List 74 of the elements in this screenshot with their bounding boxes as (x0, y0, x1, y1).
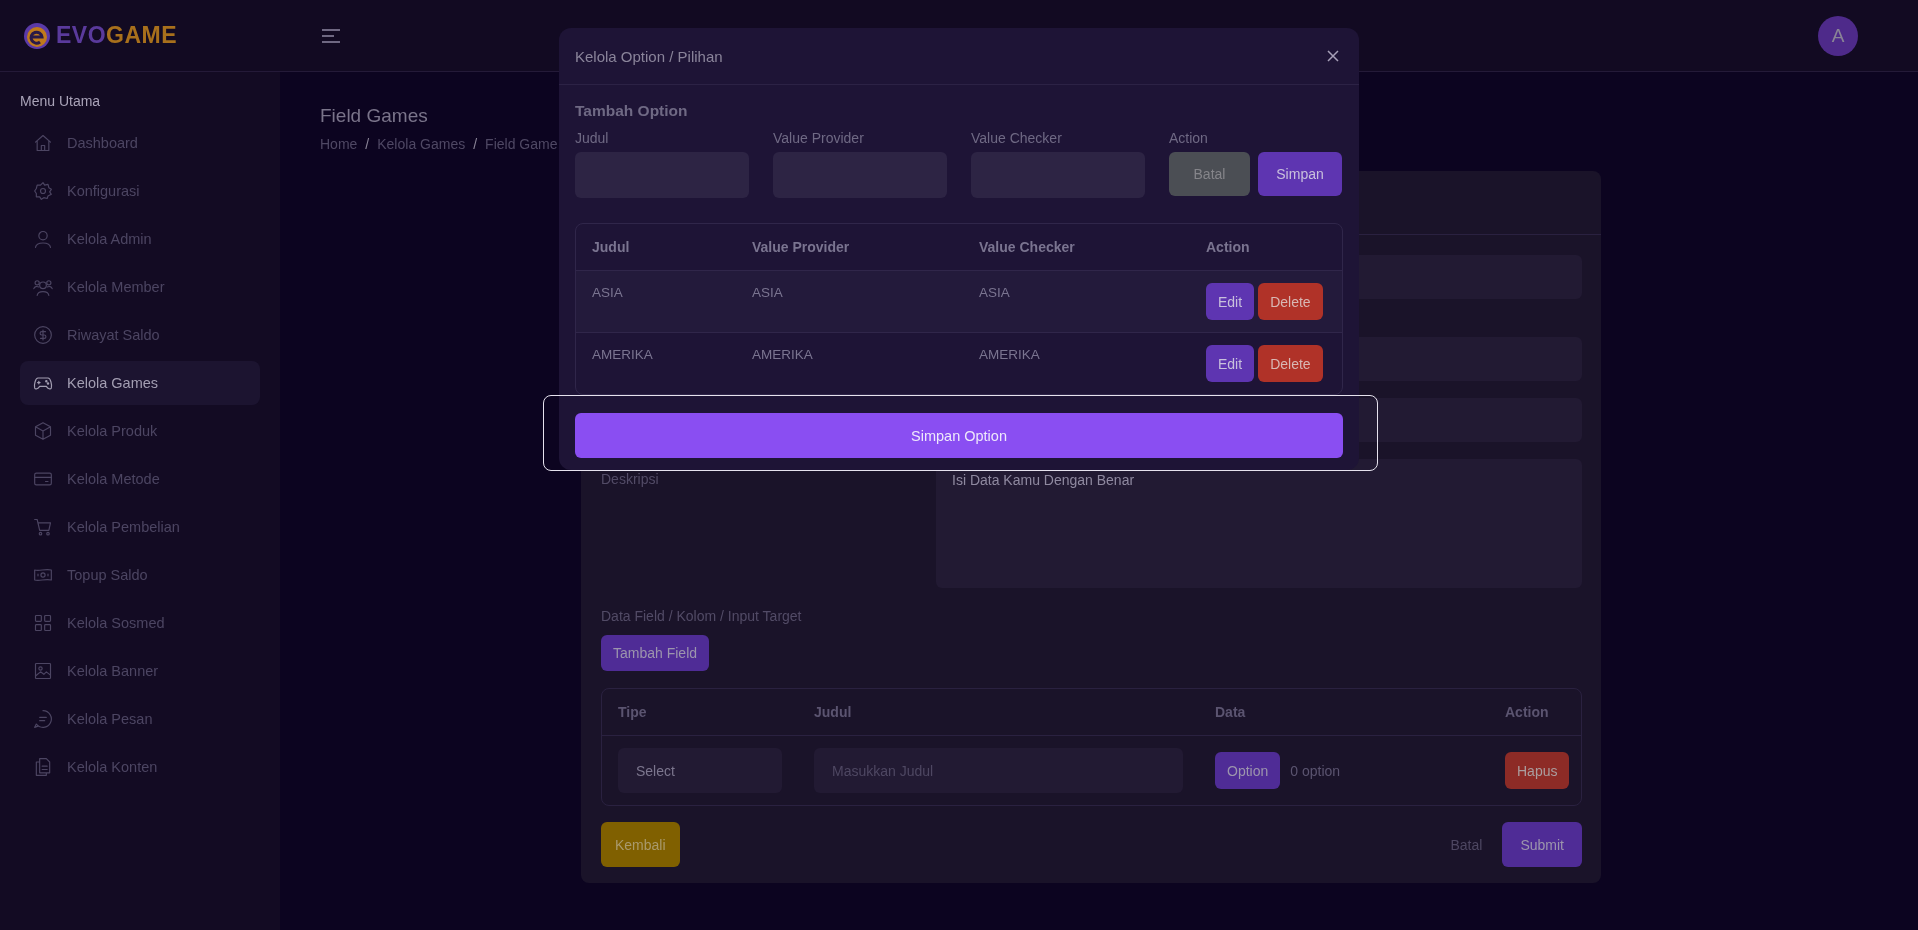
sidebar-item[interactable]: Dashboard (20, 121, 260, 165)
sidebar-item[interactable]: Topup Saldo (20, 553, 260, 597)
field-label: Value Checker (971, 130, 1063, 146)
column-header: Value Checker (979, 239, 1076, 255)
user-avatar[interactable]: A (1818, 15, 1858, 56)
dollar-coin-icon (33, 325, 53, 345)
table-cell-text: AMERIKA (592, 346, 654, 362)
sidebar-item[interactable]: Konfigurasi (20, 169, 260, 213)
sidebar-item[interactable]: Kelola Games (20, 361, 260, 405)
field-label: Value Provider (773, 130, 865, 146)
cancel-button[interactable]: Batal (1169, 152, 1250, 196)
sidebar-item[interactable]: Kelola Pesan (20, 697, 260, 741)
field-label: Deskripsi (601, 470, 660, 489)
delete-button[interactable]: Delete (1258, 345, 1323, 382)
table-cell-text: ASIA (592, 284, 624, 300)
house-icon (33, 133, 53, 153)
edit-button[interactable]: Edit (1206, 345, 1255, 382)
box-icon (33, 421, 53, 441)
menu-heading: Menu Utama (20, 93, 102, 109)
option-button[interactable]: Option (1215, 752, 1281, 789)
documents-icon (33, 757, 53, 777)
option-count: 0 option (1290, 762, 1341, 779)
breadcrumb-separator: / (473, 136, 478, 152)
add-field-button[interactable]: Tambah Field (601, 635, 710, 671)
sidebar-item[interactable]: Kelola Produk (20, 409, 260, 453)
sidebar-item[interactable]: Kelola Pembelian (20, 505, 260, 549)
table-cell-text: AMERIKA (752, 346, 814, 362)
save-option-button[interactable]: Simpan Option (575, 413, 1343, 458)
section-title: Tambah Option (575, 102, 689, 120)
chat-icon (33, 709, 53, 729)
back-button[interactable]: Kembali (601, 822, 680, 867)
delete-button[interactable]: Hapus (1505, 752, 1570, 789)
edit-button[interactable]: Edit (1206, 283, 1255, 320)
type-select[interactable]: Select (618, 748, 782, 793)
breadcrumb-link[interactable]: Kelola Games (377, 136, 466, 152)
description-textarea[interactable]: Isi Data Kamu Dengan Benar (936, 459, 1582, 588)
save-button[interactable]: Simpan (1258, 152, 1342, 196)
cancel-link[interactable]: Batal (1450, 836, 1483, 853)
brand-name: EVOGAME (56, 22, 178, 49)
page-title: Field Games (320, 105, 428, 127)
settings-icon (33, 181, 53, 201)
column-header: Tipe (618, 704, 648, 720)
logo-icon (22, 20, 52, 51)
submit-button[interactable]: Submit (1502, 822, 1582, 867)
user-icon (33, 229, 53, 249)
column-header: Judul (814, 704, 853, 720)
column-header: Value Provider (752, 239, 851, 255)
breadcrumb-separator: / (365, 136, 370, 152)
table-cell-text: ASIA (979, 284, 1011, 300)
cart-icon (33, 517, 53, 537)
column-header: Action (1505, 704, 1550, 720)
sidebar-item[interactable]: Kelola Banner (20, 649, 260, 693)
menu-icon[interactable] (322, 27, 340, 44)
close-icon[interactable] (1327, 50, 1339, 62)
table-cell-text: ASIA (752, 284, 784, 300)
image-icon (33, 661, 53, 681)
grid-icon (33, 613, 53, 633)
sidebar-item[interactable]: Kelola Sosmed (20, 601, 260, 645)
field-label: Action (1169, 130, 1209, 146)
delete-button[interactable]: Delete (1258, 283, 1323, 320)
section-label: Data Field / Kolom / Input Target (601, 608, 803, 624)
column-header: Data (1215, 704, 1247, 720)
sidebar-item[interactable]: Kelola Konten (20, 745, 260, 789)
modal-title: Kelola Option / Pilihan (575, 47, 723, 65)
column-header: Action (1206, 239, 1251, 255)
table-cell-text: AMERIKA (979, 346, 1041, 362)
sidebar-item[interactable]: Kelola Admin (20, 217, 260, 261)
sidebar-item[interactable]: Riwayat Saldo (20, 313, 260, 357)
sidebar-item[interactable]: Kelola Metode (20, 457, 260, 501)
breadcrumb-link[interactable]: Home (320, 136, 358, 152)
users-icon (33, 277, 53, 297)
column-header: Judul (592, 239, 631, 255)
field-label: Judul (575, 130, 610, 146)
sidebar-item[interactable]: Kelola Member (20, 265, 260, 309)
